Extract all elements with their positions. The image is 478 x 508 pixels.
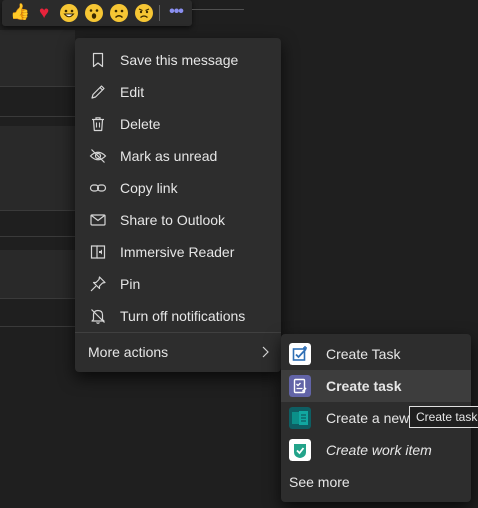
see-more-label: See more xyxy=(289,474,350,490)
divider xyxy=(0,210,75,211)
laugh-icon xyxy=(63,9,75,18)
divider xyxy=(0,298,75,299)
menu-item-label: Immersive Reader xyxy=(120,244,235,260)
submenu-item-create-work-item[interactable]: Create work item xyxy=(281,434,471,466)
laugh-reaction-button[interactable] xyxy=(60,4,78,22)
divider xyxy=(0,326,75,327)
planner-task-icon xyxy=(289,343,311,365)
message-background xyxy=(0,126,75,210)
menu-item-label: Pin xyxy=(120,276,141,292)
sad-reaction-button[interactable] xyxy=(110,4,128,22)
submenu-see-more[interactable]: See more xyxy=(281,466,471,498)
menu-item-delete[interactable]: Delete xyxy=(75,108,281,140)
lists-app-icon xyxy=(289,407,311,429)
tasks-app-icon xyxy=(289,375,311,397)
menu-item-edit[interactable]: Edit xyxy=(75,76,281,108)
submenu-item-label: Create a new xyxy=(326,410,410,426)
menu-item-label: Share to Outlook xyxy=(120,212,226,228)
menu-separator xyxy=(75,332,281,333)
menu-item-more-actions[interactable]: More actions xyxy=(75,336,281,368)
trash-icon xyxy=(92,117,104,132)
heart-reaction-button[interactable]: ♥ xyxy=(35,4,53,22)
menu-item-label: Save this message xyxy=(120,52,239,68)
reaction-bar: 👍 ♥ ••• xyxy=(2,0,192,26)
mail-icon xyxy=(90,214,106,226)
work-item-app-icon xyxy=(289,439,311,461)
like-reaction-button[interactable]: 👍 xyxy=(10,4,30,22)
bell-off-icon xyxy=(91,309,105,324)
menu-item-mark-unread[interactable]: Mark as unread xyxy=(75,140,281,172)
eye-slash-icon xyxy=(89,149,107,163)
divider xyxy=(0,86,75,87)
divider xyxy=(0,116,75,117)
menu-item-turn-off-notifications[interactable]: Turn off notifications xyxy=(75,300,281,332)
menu-item-copy-link[interactable]: Copy link xyxy=(75,172,281,204)
reaction-divider xyxy=(159,5,160,21)
menu-item-save-message[interactable]: Save this message xyxy=(75,44,281,76)
message-context-menu: Save this message Edit Delete Mark as un… xyxy=(75,38,281,372)
surprised-icon xyxy=(89,9,99,19)
menu-item-label: Edit xyxy=(120,84,145,100)
menu-item-label: Delete xyxy=(120,116,161,132)
angry-icon xyxy=(138,8,150,19)
pin-icon xyxy=(90,276,106,292)
menu-item-label: Copy link xyxy=(120,180,178,196)
message-background xyxy=(0,30,75,86)
menu-item-immersive-reader[interactable]: Immersive Reader xyxy=(75,236,281,268)
menu-item-share-outlook[interactable]: Share to Outlook xyxy=(75,204,281,236)
bookmark-icon xyxy=(92,52,104,68)
more-options-button[interactable]: ••• xyxy=(166,3,186,23)
menu-item-label: Mark as unread xyxy=(120,148,218,164)
teams-chat-view: 👍 ♥ ••• Save this message Edit Delete Ma… xyxy=(0,0,478,508)
divider xyxy=(192,9,244,10)
divider xyxy=(0,236,75,237)
menu-item-label: Turn off notifications xyxy=(120,308,246,324)
submenu-item-label: Create task xyxy=(326,378,402,394)
pencil-icon xyxy=(91,85,105,99)
tooltip: Create task xyxy=(409,406,478,428)
sad-icon xyxy=(114,9,124,18)
angry-reaction-button[interactable] xyxy=(135,4,153,22)
immersive-reader-icon xyxy=(90,245,106,259)
submenu-item-label: Create work item xyxy=(326,442,432,458)
submenu-item-create-task-tasks[interactable]: Create task xyxy=(281,370,471,402)
menu-item-pin[interactable]: Pin xyxy=(75,268,281,300)
message-background xyxy=(0,250,75,298)
submenu-item-create-task-planner[interactable]: Create Task xyxy=(281,338,471,370)
menu-item-label: More actions xyxy=(88,344,169,360)
surprised-reaction-button[interactable] xyxy=(85,4,103,22)
chevron-right-icon xyxy=(262,346,269,358)
link-icon xyxy=(89,184,107,192)
submenu-item-label: Create Task xyxy=(326,346,401,362)
